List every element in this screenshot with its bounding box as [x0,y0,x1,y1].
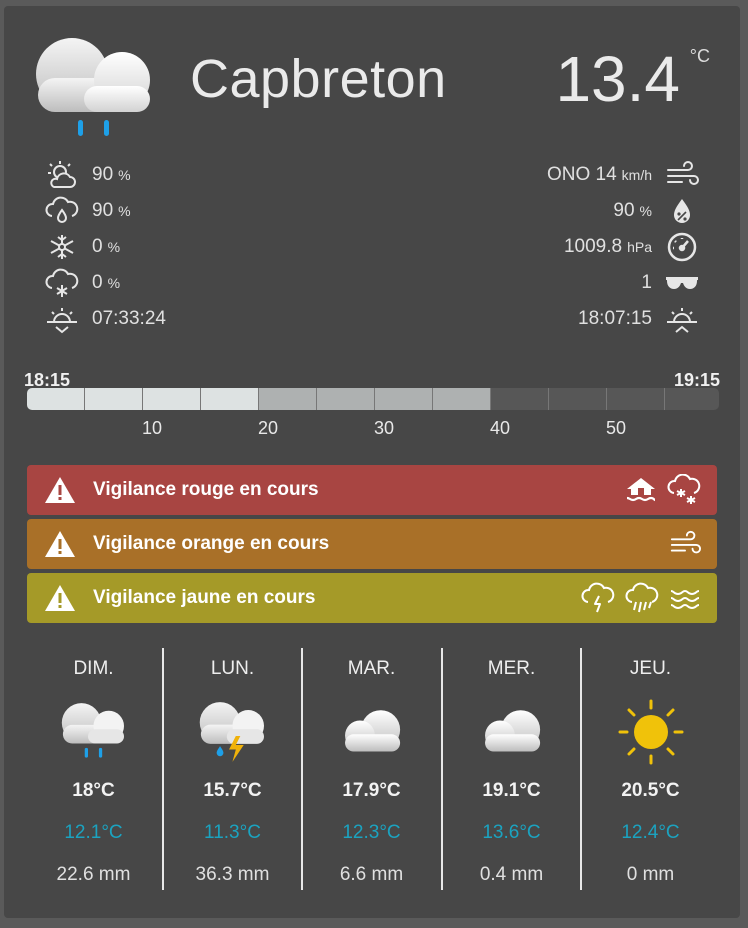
alert-red[interactable]: Vigilance rouge en cours [27,465,717,515]
forecast-rain: 0 mm [626,864,675,885]
timeline-tick: 50 [605,418,627,438]
temperature-unit: °C [689,46,710,66]
warning-icon [45,477,75,503]
rain-probability-value: 90 [92,200,114,221]
wind-icon [670,530,701,554]
sunglasses-icon [664,268,700,298]
forecast-min-temp: 12.4°C [621,822,680,843]
rain-cloud-icon [36,38,150,136]
forecast-rain: 36.3 mm [195,864,270,885]
alert-orange[interactable]: Vigilance orange en cours [27,519,717,569]
snow-cloud-icon [44,268,80,298]
snow-probability-value: 0 [92,236,103,257]
wind-icon [664,160,700,190]
timeline-tick: 10 [141,418,163,438]
rain-bar-segment [665,388,719,410]
sunset-icon [664,304,700,334]
rain-drop-cloud-icon [44,196,80,226]
forecast-day: MER. 19.1°C 13.6°C 0.4 mm [442,648,581,890]
partly-cloudy-icon [44,160,80,190]
forecast-min-temp: 11.3°C [204,822,261,843]
rain-cloud-icon [61,703,124,758]
forecast-day-name: LUN. [210,658,255,679]
pressure-value: 1009.8 [563,236,623,257]
rain-bar-segment [375,388,433,410]
sunrise-value: 07:33:24 [92,308,166,329]
detail-snow-risk: 0% [44,268,120,298]
humidity-value: 90 [613,200,635,221]
timeline-tick: 20 [257,418,279,438]
rain-bar-segment [491,388,549,410]
flood-icon [626,478,656,502]
rain-bar-segment [607,388,665,410]
forecast-day: JEU. 20.5°C 12.4°C 0 mm [581,648,720,890]
detail-sunset: 18:07:15 [578,304,700,334]
warning-icon [45,531,75,557]
forecast-day-name: MER. [487,658,536,679]
sun-icon [618,699,683,765]
sunrise-icon [44,304,80,334]
forecast-day: MAR. 17.9°C 12.3°C 6.6 mm [302,648,441,890]
rain-bar-segment [259,388,317,410]
rain-bar-segment [85,388,143,410]
rain-forecast-bar [27,388,719,410]
timeline-tick: 40 [489,418,511,438]
rain-bar-segment [549,388,607,410]
rain-bar-segment [27,388,85,410]
rain-bar-segment [433,388,491,410]
current-temperature: 13.4 [555,43,680,115]
city-name: Capbreton [190,49,447,109]
forecast-day-name: DIM. [73,658,114,679]
forecast-max-temp: 17.9°C [342,780,401,801]
timeline-tick: 30 [373,418,395,438]
weather-card: Capbreton 13.4 °C 90% 90% 0% 0% 07:33:24… [4,6,740,918]
detail-sunrise: 07:33:24 [44,304,166,334]
rain-bar-segment [143,388,201,410]
detail-pressure: 1009.8 hPa [564,232,700,262]
forecast-max-temp: 15.7°C [203,780,262,801]
detail-rain-probability: 90% [44,196,131,226]
forecast-rain: 0.4 mm [479,864,544,885]
alert-text: Vigilance orange en cours [93,533,330,554]
forecast-day: LUN. 15.7°C 11.3°C 36.3 mm [163,648,302,890]
cloud-cover-value: 90 [92,164,114,185]
wind-value: ONO 14 [546,164,617,185]
forecast-min-temp: 13.6°C [482,822,541,843]
forecast-min-temp: 12.1°C [64,822,123,843]
waves-icon [670,589,700,610]
detail-humidity: 90% [613,196,700,226]
detail-snow-probability: 0% [44,232,120,262]
detail-uv-index: 1 [641,268,700,298]
forecast-day-name: JEU. [629,658,672,679]
pressure-gauge-icon [664,232,700,262]
humidity-icon [664,196,700,226]
thunderstorm-icon [581,582,615,613]
detail-cloud-cover: 90% [44,160,131,190]
forecast-day: DIM. 18°C 12.1°C 22.6 mm [24,648,163,890]
storm-cloud-icon [199,702,264,762]
snowflake-icon [44,232,80,262]
snow-risk-value: 0 [92,272,103,293]
forecast-min-temp: 12.3°C [342,822,401,843]
sunset-value: 18:07:15 [578,308,652,329]
forecast-max-temp: 19.1°C [482,780,541,801]
forecast-max-temp: 18°C [72,780,115,801]
heavy-rain-icon [625,582,659,613]
cloud-icon [344,710,400,752]
snow-ice-icon [667,474,701,504]
forecast-max-temp: 20.5°C [621,780,680,801]
rain-bar-segment [201,388,259,410]
alert-text: Vigilance jaune en cours [93,587,316,608]
detail-wind: ONO 14 km/h [547,160,700,190]
warning-icon [45,585,75,611]
forecast-rain: 6.6 mm [339,864,404,885]
uv-index-value: 1 [641,272,652,293]
rain-bar-segment [317,388,375,410]
forecast-day-name: MAR. [347,658,396,679]
alert-yellow[interactable]: Vigilance jaune en cours [27,573,717,623]
forecast-rain: 22.6 mm [56,864,131,885]
alert-text: Vigilance rouge en cours [93,479,319,500]
cloud-icon [484,710,540,752]
